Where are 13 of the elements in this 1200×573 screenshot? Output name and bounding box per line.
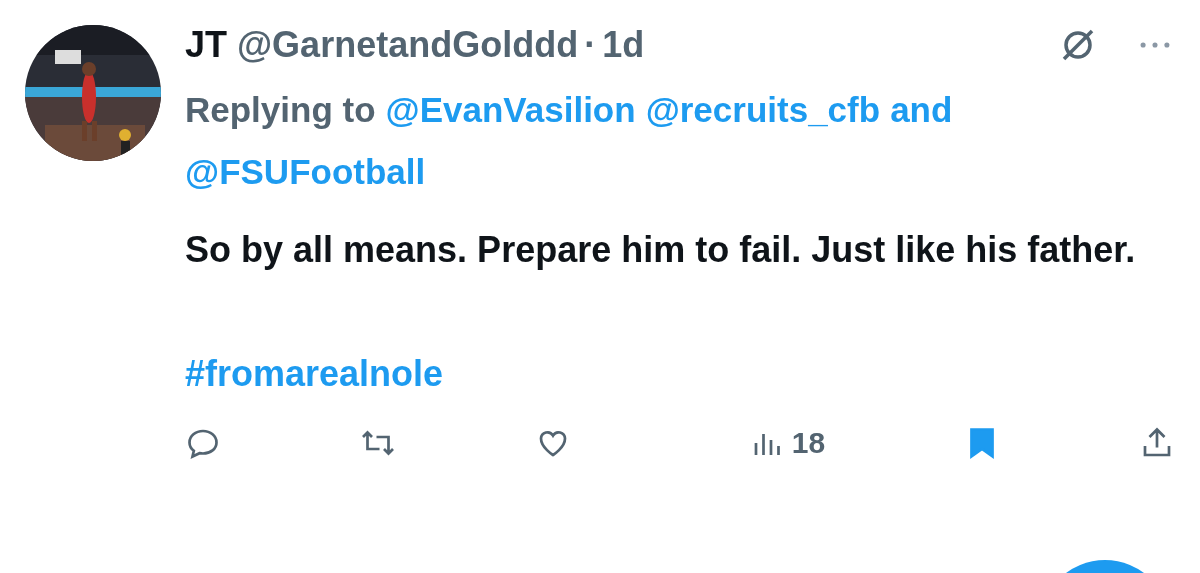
mention-link[interactable]: @EvanVasilion	[385, 79, 636, 141]
tweet-text: So by all means. Prepare him to fail. Just like his father.	[185, 228, 1137, 272]
more-icon[interactable]	[1138, 40, 1172, 50]
mention-link[interactable]: @recruits_cfb	[645, 79, 881, 141]
view-count: 18	[791, 426, 826, 460]
author-handle[interactable]: @GarnetandGolddd	[237, 24, 579, 66]
timestamp[interactable]: 1d	[602, 24, 645, 66]
conjunction: and	[890, 89, 953, 131]
replying-label: Replying to	[185, 89, 376, 131]
author-name[interactable]: JT	[185, 24, 227, 66]
mention-link[interactable]: @FSUFootball	[185, 141, 426, 203]
separator: ·	[584, 24, 597, 66]
hashtag-link[interactable]: #fromarealnole	[185, 349, 444, 399]
